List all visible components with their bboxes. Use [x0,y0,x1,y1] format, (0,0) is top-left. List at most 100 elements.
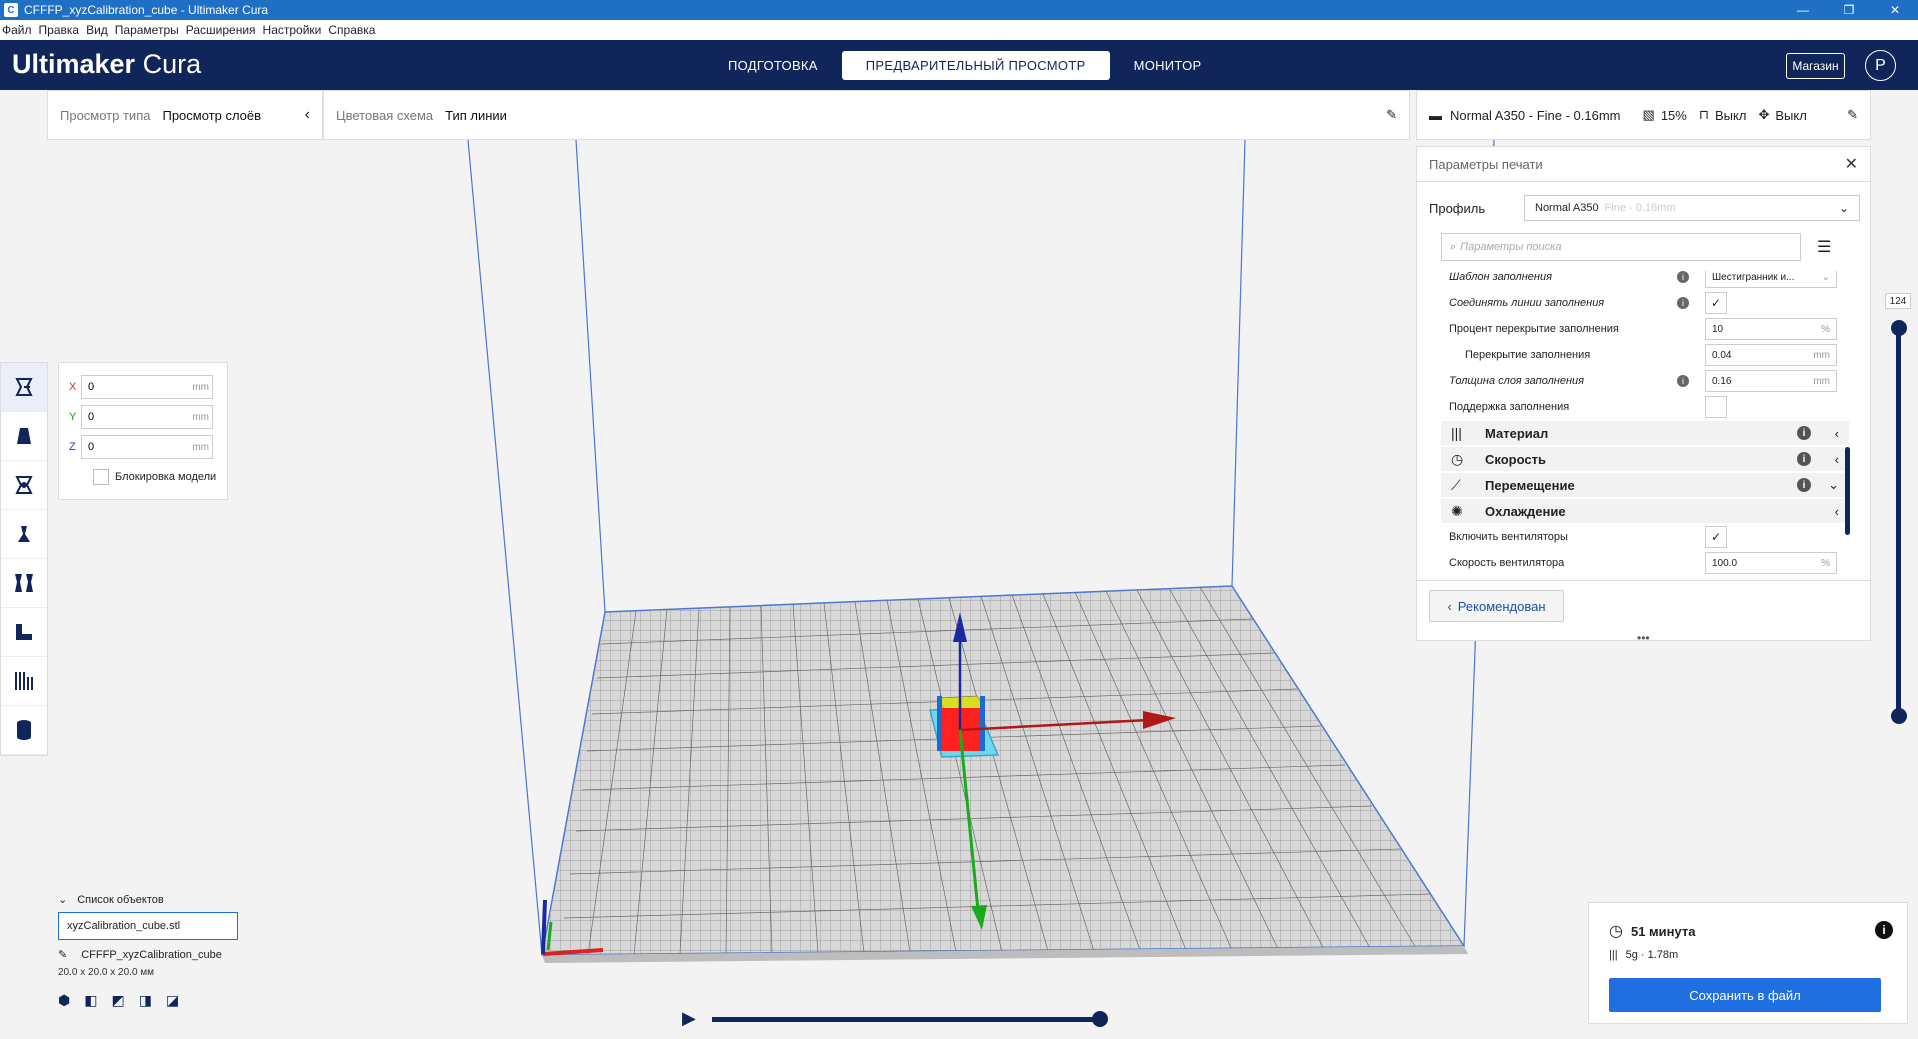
recommended-mode-button[interactable]: ‹ Рекомендован [1429,590,1564,622]
menu-help[interactable]: Справка [328,23,375,37]
object-list-header[interactable]: Список объектов [77,894,164,906]
fan-speed-input[interactable]: 100.0% [1705,552,1837,574]
infill-support-checkbox[interactable] [1705,396,1727,418]
menu-extensions[interactable]: Расширения [186,23,256,37]
travel-icon: ⟋ [1451,476,1461,493]
layer-number-badge[interactable]: 124 [1885,293,1911,309]
printer-icon: ▬ [1429,107,1442,123]
settings-list[interactable]: Шаблон заполнения i Шестигранник и... ⌄ С… [1417,271,1857,581]
z-unit: mm [192,441,209,453]
menu-view[interactable]: Вид [86,23,108,37]
menu-edit[interactable]: Правка [39,23,80,37]
minimize-button[interactable]: — [1780,0,1826,20]
menu-preferences[interactable]: Настройки [263,23,322,37]
pencil-icon[interactable]: ✎ [58,948,67,961]
setting-name: Скорость вентилятора [1449,557,1565,569]
infill-overlap-percent-input[interactable]: 10% [1705,318,1837,340]
window-titlebar: C CFFFP_xyzCalibration_cube - Ultimaker … [0,0,1918,20]
category-travel[interactable]: ⟋ Перемещение i ⌄ [1441,473,1849,497]
print-setup-bar[interactable]: ▬ Normal A350 - Fine - 0.16mm ▧ 15% ⊓ Вы… [1416,90,1871,140]
path-slider-handle[interactable] [1092,1011,1108,1027]
color-scheme-select[interactable]: Тип линии [445,108,507,123]
view-type-select[interactable]: Просмотр слоёв [162,108,261,123]
chevron-left-icon: ‹ [1834,451,1839,467]
setting-name: Процент перекрытие заполнения [1449,323,1619,335]
layer-slider-bottom-handle[interactable] [1891,708,1907,724]
ultimaker-cura-logo: Ultimaker Cura [12,49,202,79]
infill-pattern-select[interactable]: Шестигранник и... ⌄ [1705,271,1837,288]
stage-tabs: ПОДГОТОВКА ПРЕДВАРИТЕЛЬНЫЙ ПРОСМОТР МОНИ… [704,51,1225,80]
view-right-icon[interactable]: ◪ [166,992,179,1009]
layer-slider-top-handle[interactable] [1891,320,1907,336]
resize-grip-icon[interactable]: ••• [1637,631,1650,645]
setting-name: Включить вентиляторы [1449,531,1568,543]
object-list-item[interactable]: xyzCalibration_cube.stl [58,912,238,940]
chevron-down-icon: ⌄ [1828,477,1839,492]
move-tool-icon[interactable] [1,363,47,412]
enable-fans-checkbox[interactable]: ✓ [1705,526,1727,548]
setting-name: Соединять линии заполнения [1449,297,1605,309]
menu-settings[interactable]: Параметры [115,23,179,37]
tab-preview[interactable]: ПРЕДВАРИТЕЛЬНЫЙ ПРОСМОТР [841,51,1110,80]
view-left-icon[interactable]: ◨ [139,992,152,1009]
category-speed[interactable]: ◷ Скорость i ‹ [1441,447,1849,471]
profile-dropdown[interactable]: Normal A350 Fine - 0.16mm ⌄ [1524,195,1860,221]
close-icon[interactable]: ✕ [1845,154,1858,174]
chevron-left-icon: ‹ [1447,598,1452,614]
info-icon[interactable]: i [1677,375,1689,387]
pencil-icon[interactable]: ✎ [1847,107,1858,123]
chevron-left-icon[interactable]: ‹ [305,106,310,124]
view-3d-icon[interactable]: ⬢ [58,992,70,1009]
setting-name: Перекрытие заполнения [1465,349,1591,361]
y-unit: mm [192,411,209,423]
view-type-label: Просмотр типа [60,107,151,123]
view-orientation-buttons: ⬢ ◧ ◩ ◨ ◪ [58,992,238,1009]
path-slider-track[interactable] [712,1017,1102,1022]
setting-name: Шаблон заполнения [1449,271,1552,283]
menu-file[interactable]: Файл [2,23,32,37]
chevron-down-icon[interactable]: ⌄ [58,893,67,906]
info-icon[interactable]: i [1677,297,1689,309]
infill-overlap-input[interactable]: 0.04 mm [1705,344,1837,366]
layer-slider-track[interactable] [1896,325,1901,718]
info-icon[interactable]: i [1875,921,1893,939]
print-settings-title: Параметры печати [1429,156,1543,172]
view-front-icon[interactable]: ◧ [84,992,97,1009]
play-icon[interactable]: ▶ [682,1008,696,1029]
maximize-button[interactable]: ❐ [1826,0,1872,20]
mirror-tool-icon[interactable] [1,510,47,559]
support-summary: Выкл [1715,107,1747,123]
color-scheme-bar: Цветовая схема Тип линии ✎ [323,90,1410,140]
cylinder-tool-icon[interactable] [1,706,47,755]
menubar: Файл Правка Вид Параметры Расширения Нас… [0,20,1918,40]
tab-prepare[interactable]: ПОДГОТОВКА [704,51,842,80]
settings-scrollbar[interactable] [1845,447,1850,535]
settings-search-input[interactable]: ⌕ Параметры поиска [1441,233,1801,261]
settings-menu-icon[interactable]: ☰ [1817,237,1831,257]
view-top-icon[interactable]: ◩ [111,992,124,1009]
info-icon[interactable]: i [1797,452,1811,466]
material-spool-icon: ||| [1609,949,1618,961]
info-icon[interactable]: i [1677,271,1689,283]
lock-model-label: Блокировка модели [115,471,217,483]
rotate-tool-icon[interactable] [1,461,47,510]
category-material[interactable]: ||| Материал i ‹ [1441,421,1849,445]
support-blocker-icon[interactable] [1,608,47,657]
object-name: CFFFP_xyzCalibration_cube [81,948,222,961]
infill-layer-thickness-input[interactable]: 0.16 mm [1705,370,1837,392]
info-icon[interactable]: i [1797,426,1811,440]
marketplace-button[interactable]: Магазин [1786,53,1845,79]
lock-model-checkbox[interactable] [93,469,109,485]
save-to-file-button[interactable]: Сохранить в файл [1609,978,1881,1012]
info-icon[interactable]: i [1797,478,1811,492]
account-avatar[interactable]: P [1865,50,1896,81]
per-model-settings-icon[interactable] [1,559,47,608]
connect-infill-checkbox[interactable]: ✓ [1705,292,1727,314]
infill-mesh-icon[interactable] [1,657,47,706]
tab-monitor[interactable]: МОНИТОР [1110,51,1226,80]
scale-tool-icon[interactable] [1,412,47,461]
print-time: 51 минута [1630,923,1696,939]
close-window-button[interactable]: ✕ [1872,0,1918,20]
category-cooling[interactable]: ✺ Охлаждение ‹ [1441,499,1849,523]
pencil-icon[interactable]: ✎ [1386,107,1397,123]
